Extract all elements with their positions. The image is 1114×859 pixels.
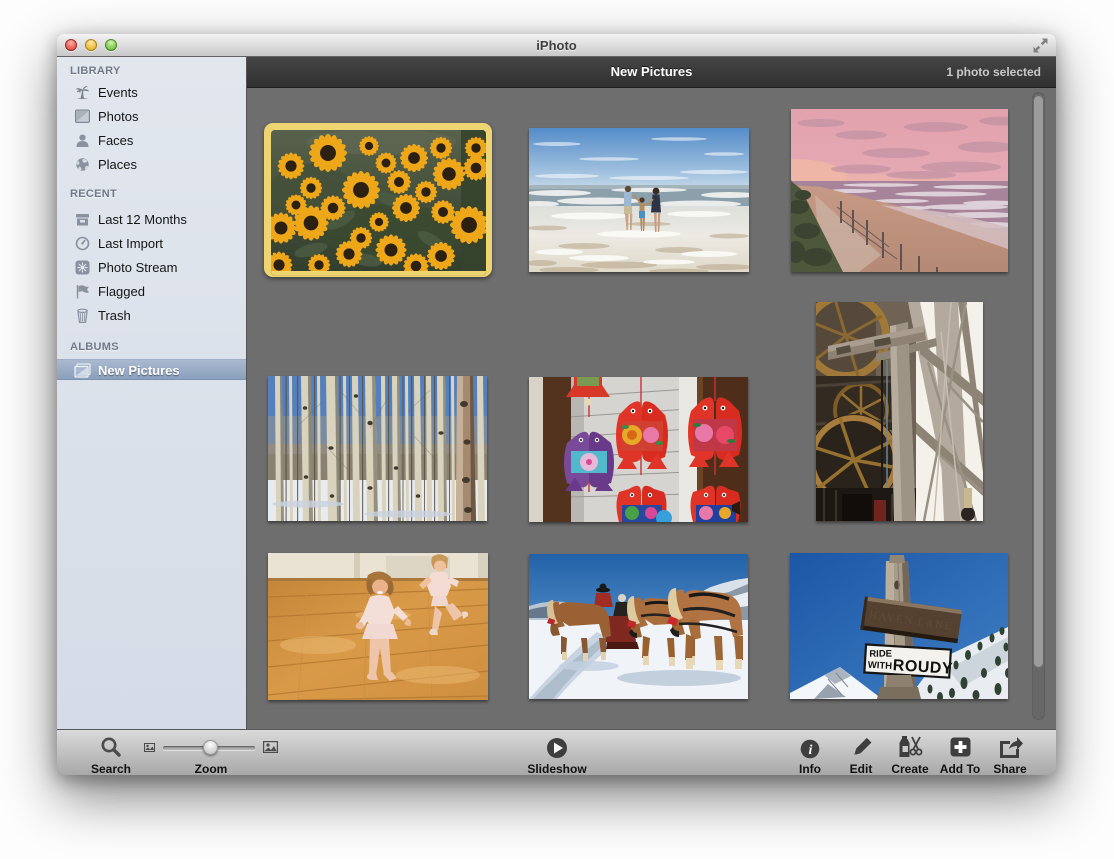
- svg-text:WITH: WITH: [867, 660, 892, 672]
- svg-text:RIDE: RIDE: [869, 649, 892, 660]
- svg-text:i: i: [809, 743, 813, 758]
